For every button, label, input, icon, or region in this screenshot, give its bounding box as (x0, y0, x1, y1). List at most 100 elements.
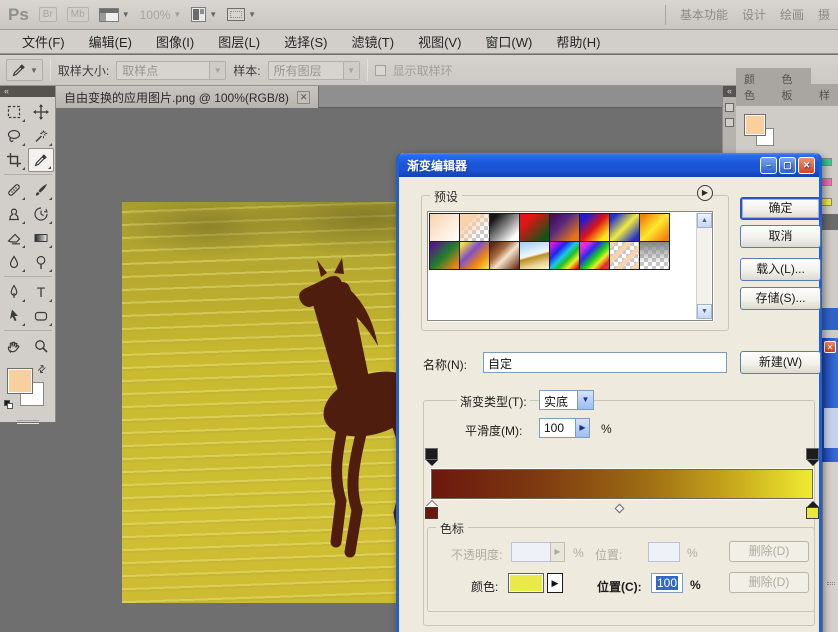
smoothness-input[interactable]: 100 (539, 418, 576, 438)
clone-stamp-tool[interactable] (1, 202, 27, 226)
gradient-preset[interactable] (639, 213, 670, 242)
gradient-preset[interactable] (489, 213, 520, 242)
zoom-tool[interactable] (28, 334, 54, 358)
close-icon[interactable]: ✕ (824, 341, 836, 353)
gradient-preset[interactable] (609, 213, 640, 242)
gradient-preset[interactable] (459, 241, 490, 270)
layout-picker-button[interactable]: ▼ (98, 7, 130, 22)
scroll-up-icon[interactable]: ▲ (697, 213, 712, 228)
healing-brush-tool[interactable] (1, 178, 27, 202)
workspace-chip[interactable]: 基本功能 (680, 6, 728, 23)
screen-mode-button[interactable]: ▼ (227, 8, 256, 21)
color-stop-left[interactable] (425, 501, 438, 520)
ok-button[interactable]: 确定 (740, 197, 821, 220)
menu-item[interactable]: 文件(F) (10, 29, 77, 54)
dodge-tool[interactable] (28, 250, 54, 274)
magic-wand-tool[interactable] (28, 124, 54, 148)
workspace-chip[interactable]: 设计 (742, 6, 766, 23)
path-selection-tool[interactable] (1, 304, 27, 328)
dialog-title-bar[interactable]: 渐变编辑器 – ▢ ✕ (399, 153, 819, 177)
presets-menu-button[interactable]: ▶ (697, 185, 713, 201)
document-tab[interactable]: 自由变换的应用图片.png @ 100%(RGB/8) ✕ (56, 86, 320, 108)
sample-size-dropdown: 取样点 ▼ (116, 60, 227, 80)
default-colors-icon[interactable] (4, 400, 14, 409)
opacity-stop-left[interactable] (425, 448, 438, 466)
gradient-type-value[interactable]: 实底 (539, 390, 578, 410)
eyedropper-tool[interactable] (27, 148, 54, 172)
menu-item[interactable]: 窗口(W) (473, 29, 544, 54)
type-tool[interactable]: T (28, 280, 54, 304)
pen-tool[interactable] (1, 280, 27, 304)
menu-item[interactable]: 图像(I) (144, 29, 206, 54)
workspace-chip[interactable]: 绘画 (780, 6, 804, 23)
gradient-preset[interactable] (519, 241, 550, 270)
close-tab-icon[interactable]: ✕ (296, 90, 311, 104)
panel-foreground-swatch[interactable] (744, 114, 766, 136)
minimize-button[interactable]: – (760, 156, 777, 174)
swap-colors-icon[interactable]: ⇄ (35, 363, 49, 377)
gradient-preset[interactable] (639, 241, 670, 270)
presets-scrollbar[interactable]: ▲ ▼ (696, 213, 712, 319)
stop-color-swatch[interactable] (508, 573, 544, 593)
panel-icon[interactable] (725, 103, 734, 112)
document-image[interactable] (122, 202, 434, 603)
menu-item[interactable]: 图层(L) (206, 29, 272, 54)
panel-tab[interactable]: 颜色 (736, 68, 774, 106)
hand-tool[interactable] (1, 334, 27, 358)
mini-bridge-button[interactable]: Mb (66, 7, 89, 22)
gradient-preset[interactable] (549, 241, 580, 270)
menu-item[interactable]: 视图(V) (406, 29, 473, 54)
gradient-preview-bar[interactable] (431, 469, 813, 499)
arrange-documents-button[interactable]: ▼ (191, 7, 217, 22)
menu-item[interactable]: 帮助(H) (544, 29, 612, 54)
crop-tool[interactable] (1, 148, 27, 172)
bridge-button[interactable]: Br (38, 7, 57, 22)
collapse-panel-button[interactable]: « (0, 86, 55, 97)
scroll-down-icon[interactable]: ▼ (697, 304, 712, 319)
panel-grip[interactable] (16, 420, 39, 424)
menu-item[interactable]: 编辑(E) (77, 29, 144, 54)
lasso-tool[interactable] (1, 124, 27, 148)
gradient-preset[interactable] (459, 213, 490, 242)
gradient-editor-dialog: 渐变编辑器 – ▢ ✕ 预设 ▶ ▲ ▼ 确定 取消 载入(L)... 存储(S… (396, 153, 822, 632)
workspace-chip[interactable]: 摄 (818, 6, 830, 23)
menu-item[interactable]: 选择(S) (272, 29, 339, 54)
history-brush-tool[interactable] (28, 202, 54, 226)
eyedropper-tool-preset[interactable]: ▼ (6, 59, 43, 81)
shape-tool[interactable] (28, 304, 54, 328)
panel-icon[interactable] (725, 118, 734, 127)
panel-tab-partial[interactable]: 样 (811, 84, 838, 106)
color-stop-right[interactable] (806, 501, 819, 520)
gradient-tool[interactable] (28, 226, 54, 250)
position-input[interactable]: 100 (651, 573, 683, 593)
chevron-down-icon[interactable]: ▼ (577, 390, 594, 410)
maximize-button[interactable]: ▢ (779, 156, 796, 174)
foreground-color-well[interactable] (7, 368, 33, 394)
load-button[interactable]: 载入(L)... (740, 258, 821, 281)
brush-tool[interactable] (28, 178, 54, 202)
gradient-preset[interactable] (579, 241, 610, 270)
gradient-preset[interactable] (549, 213, 580, 242)
color-menu-arrow-icon[interactable]: ▶ (547, 573, 563, 593)
gradient-preset[interactable] (429, 213, 460, 242)
collapse-panels-button[interactable]: « (723, 86, 736, 97)
opacity-stop-right[interactable] (806, 448, 819, 466)
cancel-button[interactable]: 取消 (740, 225, 821, 248)
close-button[interactable]: ✕ (798, 156, 815, 174)
zoom-level-dropdown[interactable]: 100% ▼ (140, 8, 182, 22)
gradient-preset[interactable] (609, 241, 640, 270)
eraser-tool[interactable] (1, 226, 27, 250)
spinner-arrow-icon[interactable]: ▶ (575, 418, 590, 438)
gradient-preset[interactable] (429, 241, 460, 270)
blur-tool[interactable] (1, 250, 27, 274)
panel-tab[interactable]: 色板 (773, 68, 811, 106)
move-tool[interactable] (28, 100, 54, 124)
marquee-tool[interactable] (1, 100, 27, 124)
gradient-preset[interactable] (519, 213, 550, 242)
gradient-preset[interactable] (579, 213, 610, 242)
menu-item[interactable]: 滤镜(T) (339, 29, 406, 54)
new-button[interactable]: 新建(W) (740, 351, 821, 374)
name-input[interactable]: 自定 (483, 352, 727, 373)
gradient-preset[interactable] (489, 241, 520, 270)
save-button[interactable]: 存储(S)... (740, 287, 821, 310)
